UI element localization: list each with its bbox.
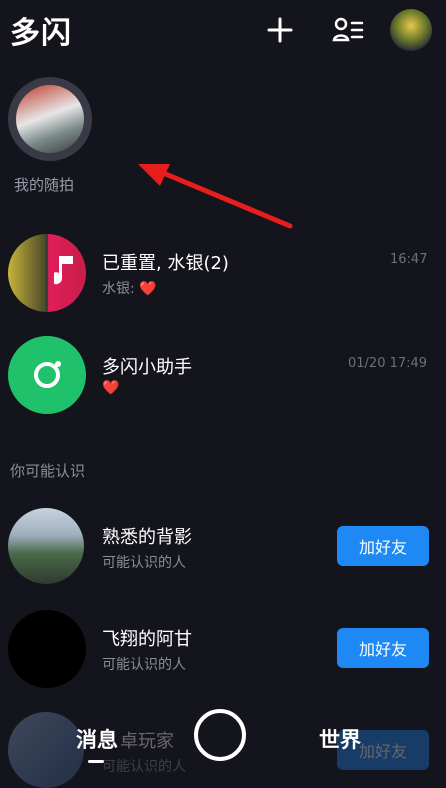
chat-bubble-icon [34,361,61,388]
tab-world[interactable]: 世界 [319,724,361,754]
story-label: 我的随拍 [14,176,75,194]
contacts-icon[interactable] [330,12,366,48]
tab-indicator [88,760,104,763]
suggest-sub: 可能认识的人 [102,555,186,571]
suggest-name: 熟悉的背影 [102,527,192,548]
suggest-name: 卓玩家 [120,731,174,752]
user-avatar [8,610,86,688]
conversation-row[interactable]: 多闪小助手 ❤️ 01/20 17:49 [0,336,446,418]
conversation-name: 多闪小助手 [102,357,192,378]
conversation-row[interactable]: 已重置, 水银(2) 水银: ❤️ 16:47 [0,232,446,314]
conversation-name: 已重置, 水银(2) [102,253,229,274]
add-friend-button[interactable]: 加好友 [337,628,429,668]
profile-avatar[interactable] [390,9,432,51]
user-avatar [8,712,84,788]
add-friend-button[interactable]: 加好友 [337,526,429,566]
my-story-avatar[interactable] [16,85,84,153]
suggest-sub: 可能认识的人 [102,759,186,775]
red-arrow-annotation [138,164,293,229]
music-note-icon [54,256,73,285]
suggest-row[interactable]: 飞翔的阿甘 可能认识的人 加好友 [0,610,446,690]
add-icon[interactable] [262,12,298,48]
conversation-time: 01/20 17:49 [348,356,428,371]
section-title: 你可能认识 [10,462,86,480]
suggest-name: 飞翔的阿甘 [102,629,192,650]
camera-button[interactable] [194,709,246,761]
conversation-preview: 水银: ❤️ [102,281,157,297]
app-title: 多闪 [10,16,72,51]
tab-messages[interactable]: 消息 [76,724,118,754]
user-avatar [8,508,84,584]
suggest-sub: 可能认识的人 [102,657,186,673]
conversation-preview: ❤️ [102,380,120,396]
conversation-time: 16:47 [390,252,428,267]
suggest-row[interactable]: 熟悉的背影 可能认识的人 加好友 [0,506,446,586]
